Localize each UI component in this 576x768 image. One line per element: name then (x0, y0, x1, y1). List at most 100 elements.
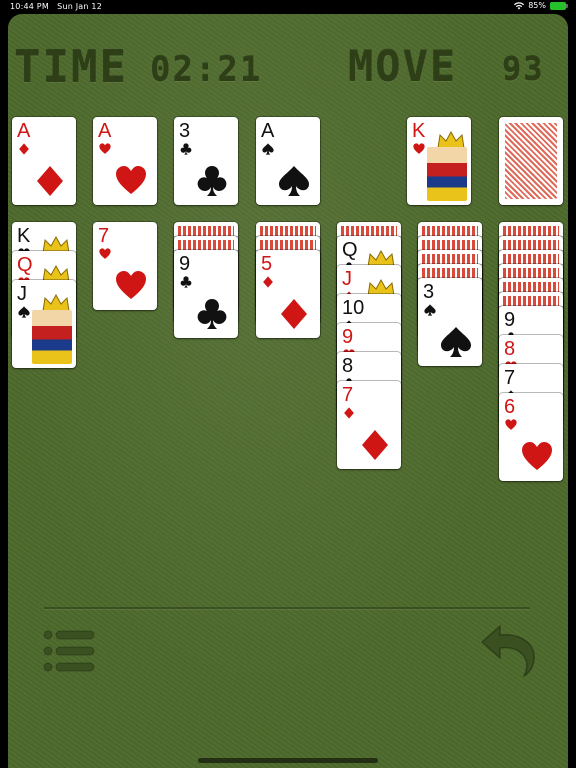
card-back-pattern (503, 268, 559, 278)
heart-icon (505, 419, 517, 430)
diamond-icon (19, 143, 29, 155)
tableau-card[interactable]: J (12, 280, 76, 368)
card-back-pattern (422, 226, 478, 236)
card-rank: 6 (504, 396, 516, 418)
card-back-edge (256, 236, 320, 250)
card-back-pattern (503, 282, 559, 292)
diamond-icon (37, 166, 63, 196)
undo-arrow-icon[interactable] (478, 620, 540, 678)
stock-pile[interactable] (499, 117, 563, 205)
spade-icon (279, 166, 309, 196)
wifi-icon (514, 1, 525, 9)
battery-icon (550, 1, 568, 10)
card-rank: J (17, 283, 27, 305)
foundation-pile-4[interactable]: A (256, 117, 320, 205)
card-back-edge (418, 236, 482, 250)
card-rank: 10 (342, 297, 365, 319)
card-back-pattern (503, 226, 559, 236)
status-time-date: 10:44 PM Sun Jan 12 (10, 2, 102, 11)
status-time: 10:44 PM (10, 2, 49, 11)
card-rank: A (17, 120, 31, 142)
heart-icon (99, 248, 111, 259)
heart-icon (413, 143, 425, 154)
card-rank: 7 (342, 384, 354, 406)
spade-icon (441, 327, 471, 357)
card-rank: K (17, 225, 31, 247)
card-back-pattern (503, 240, 559, 250)
status-date: Sun Jan 12 (57, 2, 102, 11)
club-icon (180, 276, 192, 288)
move-label: MOVE (348, 42, 458, 91)
card-rank: 9 (342, 326, 354, 348)
card-back-edge (174, 222, 238, 236)
move-value: 93 (502, 50, 545, 88)
card-back-edge (499, 292, 563, 306)
card-back-edge (174, 236, 238, 250)
diamond-icon (344, 407, 354, 419)
club-icon (180, 143, 192, 155)
card-rank: 7 (504, 367, 516, 389)
card-back-pattern (422, 254, 478, 264)
status-bar: 10:44 PM Sun Jan 12 85% (0, 0, 576, 14)
diamond-icon (281, 299, 307, 329)
card-rank: Q (17, 254, 33, 276)
card-back-pattern (341, 226, 397, 236)
card-rank: 7 (98, 225, 110, 247)
card-rank: A (98, 120, 112, 142)
card-back-edge (499, 264, 563, 278)
home-indicator (198, 758, 378, 763)
card-back-pattern (260, 240, 316, 250)
card-back-edge (337, 222, 401, 236)
spade-icon (424, 304, 436, 316)
card-rank: K (412, 120, 426, 142)
card-rank: 8 (504, 338, 516, 360)
card-back-edge (499, 222, 563, 236)
tableau-card[interactable]: 6 (499, 393, 563, 481)
tableau-card[interactable]: 7 (93, 222, 157, 310)
court-figure-art (427, 147, 467, 201)
waste-pile[interactable]: K (407, 117, 471, 205)
card-rank: A (261, 120, 275, 142)
status-right: 85% (514, 1, 568, 10)
card-back-edge (418, 250, 482, 264)
tableau-card[interactable]: 5 (256, 250, 320, 338)
card-back-pattern (503, 254, 559, 264)
spade-icon (262, 143, 274, 155)
foundation-pile-3[interactable]: 3 (174, 117, 238, 205)
time-label: TIME (14, 42, 128, 93)
card-rank: 3 (179, 120, 191, 142)
card-rank: 9 (179, 253, 191, 275)
card-back-edge (499, 236, 563, 250)
spade-icon (18, 306, 30, 318)
card-rank: 9 (504, 309, 516, 331)
card-rank: 3 (423, 281, 435, 303)
club-icon (197, 299, 227, 329)
card-back-pattern (178, 240, 234, 250)
card-back-edge (418, 222, 482, 236)
court-figure-art (32, 310, 72, 364)
heart-icon (116, 166, 146, 194)
card-back-pattern (503, 296, 559, 306)
card-rank: 8 (342, 355, 354, 377)
foundation-pile-1[interactable]: A (12, 117, 76, 205)
tableau-card[interactable]: 7 (337, 381, 401, 469)
card-back-edge (256, 222, 320, 236)
card-back-pattern (422, 240, 478, 250)
club-icon (197, 166, 227, 196)
battery-percent: 85% (528, 1, 546, 10)
tableau-card[interactable]: 9 (174, 250, 238, 338)
tableau-card[interactable]: 3 (418, 278, 482, 366)
diamond-icon (362, 430, 388, 460)
menu-list-icon[interactable] (42, 628, 96, 674)
heart-icon (522, 442, 552, 470)
card-rank: Q (342, 239, 358, 261)
solitaire-screen: 10:44 PM Sun Jan 12 85% TIME 02:21 MOVE … (0, 0, 576, 768)
card-back-edge (499, 278, 563, 292)
heart-icon (116, 271, 146, 299)
time-value: 02:21 (150, 50, 263, 90)
diamond-icon (263, 276, 273, 288)
card-rank: 5 (261, 253, 273, 275)
card-back-pattern (505, 123, 557, 199)
foundation-pile-2[interactable]: A (93, 117, 157, 205)
card-rank: J (342, 268, 352, 290)
